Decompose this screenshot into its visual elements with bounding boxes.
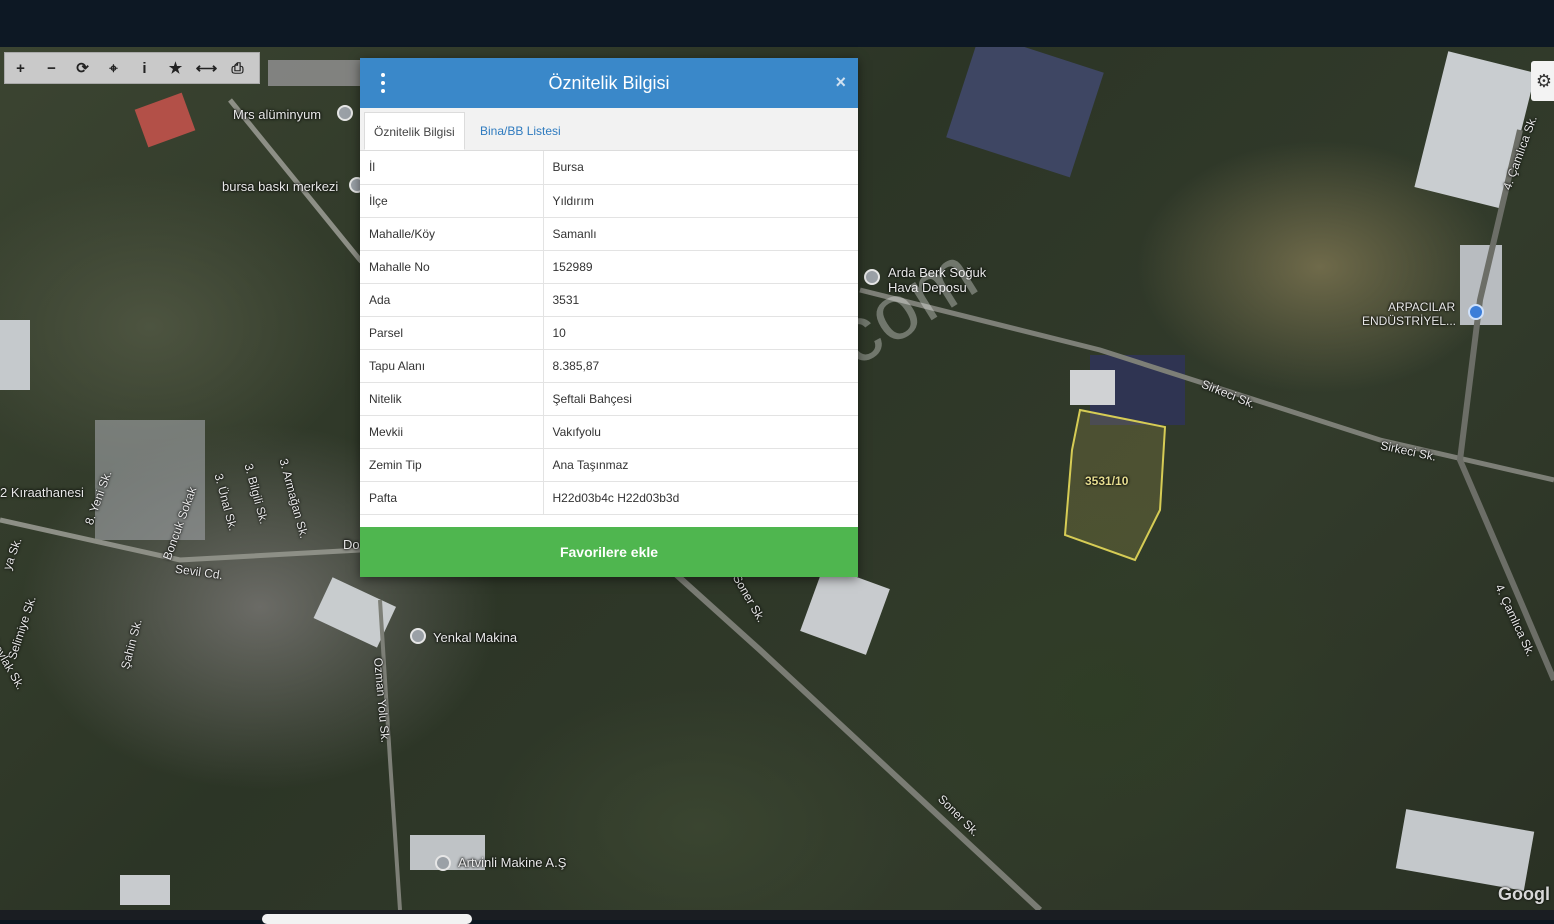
- attribute-key: Parsel: [360, 316, 544, 350]
- attribute-dialog: Öznitelik Bilgisi × Öznitelik Bilgisi Bi…: [360, 58, 858, 577]
- dialog-header: Öznitelik Bilgisi ×: [360, 58, 858, 108]
- table-row: Mevkii Vakıfyolu: [360, 415, 858, 449]
- attribute-key: İl: [360, 151, 544, 185]
- attribute-value: Bursa: [543, 151, 858, 185]
- attribute-key: Ada: [360, 283, 544, 317]
- table-row: Mahalle No 152989: [360, 250, 858, 284]
- attribute-value: Şeftali Bahçesi: [543, 382, 858, 416]
- close-icon[interactable]: ×: [835, 72, 846, 93]
- table-row: Parsel 10: [360, 316, 858, 350]
- dialog-tabs: Öznitelik Bilgisi Bina/BB Listesi: [360, 108, 858, 151]
- tab-oznitelik-bilgisi[interactable]: Öznitelik Bilgisi: [364, 112, 465, 150]
- bottom-bar: [0, 910, 1554, 924]
- map-label-bursa-baski: bursa baskı merkezi: [222, 179, 339, 194]
- locate-icon[interactable]: ⌖: [98, 53, 129, 83]
- attribute-table: İl Bursa İlçe Yıldırım Mahalle/Köy Samanlı …: [360, 151, 858, 515]
- map-toolbar: + − ⟳ ⌖ i ★ ⟷ ⎙: [4, 52, 260, 84]
- attribute-key: Mahalle/Köy: [360, 217, 544, 251]
- warehouse-building: [800, 565, 890, 655]
- table-row: Ada 3531: [360, 283, 858, 317]
- table-row: İlçe Yıldırım: [360, 184, 858, 218]
- bottom-scroll-pill[interactable]: [262, 914, 472, 924]
- map-label-do: Do: [343, 537, 360, 552]
- gear-icon[interactable]: ⚙: [1531, 61, 1554, 101]
- attribute-value: Samanlı: [543, 217, 858, 251]
- map-label-arpacilar: ARPACILAR: [1388, 300, 1456, 314]
- attribute-key: Tapu Alanı: [360, 349, 544, 383]
- zoom-in-icon[interactable]: +: [5, 53, 36, 83]
- map-label-kiraathanesi: 2 Kıraathanesi: [0, 485, 84, 500]
- table-row: Zemin Tip Ana Taşınmaz: [360, 448, 858, 482]
- table-row: Pafta H22d03b4c H22d03b3d: [360, 481, 858, 515]
- roof-building: [1070, 370, 1115, 405]
- attribute-key: Pafta: [360, 481, 544, 515]
- roof-building: [120, 875, 170, 905]
- road: [378, 599, 402, 910]
- attribute-value: 10: [543, 316, 858, 350]
- map-label-arpacilar-2: ENDÜSTRİYEL...: [1362, 314, 1457, 328]
- info-icon[interactable]: i: [129, 53, 160, 83]
- print-icon[interactable]: ⎙: [222, 53, 253, 83]
- attribute-value: Yıldırım: [543, 184, 858, 218]
- attribute-value: Vakıfyolu: [543, 415, 858, 449]
- star-icon[interactable]: ★: [160, 53, 191, 83]
- measure-icon[interactable]: ⟷: [191, 53, 222, 83]
- more-menu-icon[interactable]: [376, 73, 390, 93]
- map-label-artvinli: Artvinli Makine A.Ş: [458, 855, 567, 870]
- attribute-value: 8.385,87: [543, 349, 858, 383]
- attribute-key: Mahalle No: [360, 250, 544, 284]
- google-logo: Googl: [1498, 884, 1550, 904]
- attribute-value: 152989: [543, 250, 858, 284]
- table-row: Tapu Alanı 8.385,87: [360, 349, 858, 383]
- solar-panels: [946, 47, 1104, 178]
- place-pin-icon[interactable]: [410, 628, 426, 644]
- add-to-favorites-button[interactable]: Favorilere ekle: [360, 527, 858, 577]
- attribute-value: H22d03b4c H22d03b3d: [543, 481, 858, 515]
- attribute-key: Mevkii: [360, 415, 544, 449]
- tab-bina-bb-listesi[interactable]: Bina/BB Listesi: [471, 112, 570, 150]
- roof-building: [0, 320, 30, 390]
- place-pin-icon[interactable]: [337, 105, 353, 121]
- top-bar: [0, 0, 1554, 47]
- attribute-value: Ana Taşınmaz: [543, 448, 858, 482]
- attribute-key: Zemin Tip: [360, 448, 544, 482]
- map-label-yenkal: Yenkal Makina: [433, 630, 518, 645]
- table-row: Nitelik Şeftali Bahçesi: [360, 382, 858, 416]
- zoom-out-icon[interactable]: −: [36, 53, 67, 83]
- map-label-mrs-aluminyum: Mrs alüminyum: [233, 107, 322, 122]
- red-roof-building: [134, 92, 196, 148]
- map-search-box[interactable]: [268, 60, 360, 86]
- attribute-value: 3531: [543, 283, 858, 317]
- greenhouse-building: [1395, 809, 1535, 891]
- table-row: İl Bursa: [360, 151, 858, 185]
- dialog-title: Öznitelik Bilgisi: [548, 72, 670, 93]
- table-row: Mahalle/Köy Samanlı: [360, 217, 858, 251]
- place-pin-icon[interactable]: [435, 855, 451, 871]
- place-pin-icon[interactable]: [1468, 304, 1484, 320]
- refresh-icon[interactable]: ⟳: [67, 53, 98, 83]
- attribute-key: Nitelik: [360, 382, 544, 416]
- parcel-label: 3531/10: [1085, 474, 1129, 488]
- attribute-key: İlçe: [360, 184, 544, 218]
